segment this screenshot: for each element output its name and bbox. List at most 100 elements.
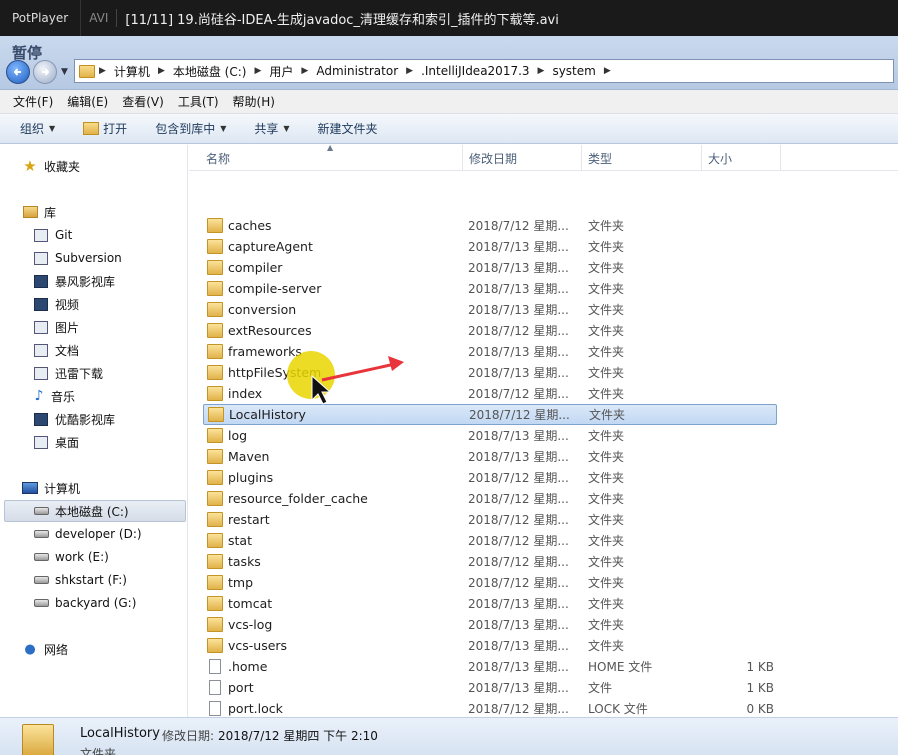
back-arrow-icon — [13, 67, 21, 76]
file-row[interactable]: restart 2018/7/12 星期... 文件夹 — [203, 509, 777, 530]
file-row-selected[interactable]: LocalHistory 2018/7/12 星期... 文件夹 — [203, 404, 777, 425]
file-row[interactable]: port.lock 2018/7/12 星期... LOCK 文件 0 KB — [203, 698, 777, 717]
file-name: LocalHistory — [229, 407, 306, 422]
file-date: 2018/7/13 星期... — [468, 366, 569, 380]
forward-button[interactable] — [33, 59, 57, 84]
file-row[interactable]: .home 2018/7/13 星期... HOME 文件 1 KB — [203, 656, 777, 677]
file-type: 文件夹 — [588, 366, 625, 380]
file-row[interactable]: vcs-log 2018/7/13 星期... 文件夹 — [203, 614, 777, 635]
nav-computer-label: 计算机 — [44, 481, 81, 496]
player-menu-button[interactable]: PotPlayer — [0, 0, 82, 36]
breadcrumb-administrator[interactable]: Administrator — [316, 64, 398, 78]
file-type: 文件夹 — [589, 408, 626, 422]
file-type: 文件夹 — [588, 324, 625, 338]
nav-libraries[interactable]: 库 — [22, 201, 56, 223]
nav-library-youku[interactable]: 优酷影视库 — [33, 408, 115, 430]
file-row[interactable]: compile-server 2018/7/13 星期... 文件夹 — [203, 278, 777, 299]
file-row[interactable]: tmp 2018/7/12 星期... 文件夹 — [203, 572, 777, 593]
folder-icon — [207, 491, 223, 506]
breadcrumb-intellij[interactable]: .IntelliJIdea2017.3 — [421, 64, 529, 78]
player-format-label: AVI — [89, 11, 109, 25]
folder-icon — [207, 428, 223, 443]
nav-drive-d[interactable]: developer (D:) — [33, 523, 142, 545]
breadcrumb-system[interactable]: system — [552, 64, 595, 78]
file-row[interactable]: port 2018/7/13 星期... 文件 1 KB — [203, 677, 777, 698]
file-row[interactable]: frameworks 2018/7/13 星期... 文件夹 — [203, 341, 777, 362]
nav-library-documents[interactable]: 文档 — [33, 339, 79, 361]
file-name: vcs-log — [228, 617, 273, 632]
folder-icon — [207, 575, 223, 590]
chevron-right-icon[interactable]: ▶ — [301, 66, 308, 76]
nav-library-pictures-label: 图片 — [55, 320, 80, 335]
file-row[interactable]: stat 2018/7/12 星期... 文件夹 — [203, 530, 777, 551]
file-row[interactable]: captureAgent 2018/7/13 星期... 文件夹 — [203, 236, 777, 257]
file-date: 2018/7/13 星期... — [468, 450, 569, 464]
back-button[interactable] — [6, 59, 30, 84]
chevron-right-icon[interactable]: ▶ — [99, 66, 106, 76]
chevron-right-icon[interactable]: ▶ — [406, 66, 413, 76]
nav-library-thunder[interactable]: 迅雷下载 — [33, 362, 103, 384]
nav-library-baofeng[interactable]: 暴风影视库 — [33, 270, 115, 292]
chevron-right-icon[interactable]: ▶ — [158, 66, 165, 76]
column-modified[interactable]: 修改日期 — [463, 145, 582, 171]
new-folder-button[interactable]: 新建文件夹 — [318, 120, 378, 137]
file-row[interactable]: compiler 2018/7/13 星期... 文件夹 — [203, 257, 777, 278]
folder-icon — [207, 302, 223, 317]
nav-network-label: 网络 — [44, 642, 69, 657]
nav-library-git[interactable]: Git — [33, 224, 72, 246]
network-icon: ● — [24, 641, 36, 657]
breadcrumb-users[interactable]: 用户 — [269, 63, 293, 80]
file-size: 0 KB — [746, 701, 774, 716]
column-size[interactable]: 大小 — [702, 145, 781, 171]
menu-file[interactable]: 文件(F) — [13, 93, 53, 110]
file-row[interactable]: caches 2018/7/12 星期... 文件夹 — [203, 215, 777, 236]
nav-drive-f[interactable]: shkstart (F:) — [33, 569, 127, 591]
file-row[interactable]: extResources 2018/7/12 星期... 文件夹 — [203, 320, 777, 341]
nav-library-pictures[interactable]: 图片 — [33, 316, 79, 338]
nav-drive-c[interactable]: 本地磁盘 (C:) — [4, 500, 186, 522]
file-row[interactable]: resource_folder_cache 2018/7/12 星期... 文件夹 — [203, 488, 777, 509]
file-row[interactable]: conversion 2018/7/13 星期... 文件夹 — [203, 299, 777, 320]
film-icon — [34, 297, 48, 311]
nav-library-videos-label: 视频 — [55, 297, 80, 312]
nav-library-desktop[interactable]: 桌面 — [33, 431, 79, 453]
nav-library-music[interactable]: ♪ 音乐 — [33, 385, 75, 407]
menu-help[interactable]: 帮助(H) — [233, 93, 275, 110]
share-button[interactable]: 共享 ▼ — [254, 120, 289, 137]
file-type: 文件夹 — [588, 450, 625, 464]
nav-computer[interactable]: 计算机 — [22, 477, 80, 499]
breadcrumb[interactable]: ▶ 计算机 ▶ 本地磁盘 (C:) ▶ 用户 ▶ Administrator ▶… — [74, 59, 894, 83]
column-name[interactable]: 名称 — [200, 145, 463, 171]
file-type: 文件夹 — [588, 240, 625, 254]
file-row[interactable]: Maven 2018/7/13 星期... 文件夹 — [203, 446, 777, 467]
explorer-window: 暂停 ▼ ▶ 计算机 ▶ 本地磁盘 (C:) ▶ 用户 ▶ Administra… — [0, 36, 898, 755]
file-row[interactable]: plugins 2018/7/12 星期... 文件夹 — [203, 467, 777, 488]
open-button[interactable]: 打开 — [83, 120, 127, 137]
file-row[interactable]: tasks 2018/7/12 星期... 文件夹 — [203, 551, 777, 572]
breadcrumb-drive-c[interactable]: 本地磁盘 (C:) — [173, 63, 247, 80]
menu-view[interactable]: 查看(V) — [122, 93, 164, 110]
file-row[interactable]: vcs-users 2018/7/13 星期... 文件夹 — [203, 635, 777, 656]
file-row[interactable]: log 2018/7/13 星期... 文件夹 — [203, 425, 777, 446]
column-type[interactable]: 类型 — [582, 145, 702, 171]
nav-library-subversion[interactable]: Subversion — [33, 247, 122, 269]
organize-button[interactable]: 组织 ▼ — [20, 120, 55, 137]
include-in-library-button[interactable]: 包含到库中 ▼ — [155, 120, 226, 137]
nav-network[interactable]: ● 网络 — [22, 638, 68, 660]
nav-drive-e[interactable]: work (E:) — [33, 546, 109, 568]
file-date: 2018/7/13 星期... — [468, 429, 569, 443]
menu-edit[interactable]: 编辑(E) — [67, 93, 108, 110]
breadcrumb-computer[interactable]: 计算机 — [114, 63, 150, 80]
star-icon: ★ — [23, 157, 37, 175]
chevron-right-icon[interactable]: ▶ — [254, 66, 261, 76]
nav-library-videos[interactable]: 视频 — [33, 293, 79, 315]
file-date: 2018/7/12 星期... — [468, 471, 569, 485]
chevron-right-icon[interactable]: ▶ — [538, 66, 545, 76]
recent-pages-dropdown-icon[interactable]: ▼ — [61, 67, 68, 77]
nav-drive-g[interactable]: backyard (G:) — [33, 592, 136, 614]
chevron-right-icon[interactable]: ▶ — [604, 66, 611, 76]
nav-favorites[interactable]: ★ 收藏夹 — [22, 155, 80, 177]
menu-tools[interactable]: 工具(T) — [178, 93, 219, 110]
file-date: 2018/7/12 星期... — [468, 576, 569, 590]
file-row[interactable]: tomcat 2018/7/13 星期... 文件夹 — [203, 593, 777, 614]
